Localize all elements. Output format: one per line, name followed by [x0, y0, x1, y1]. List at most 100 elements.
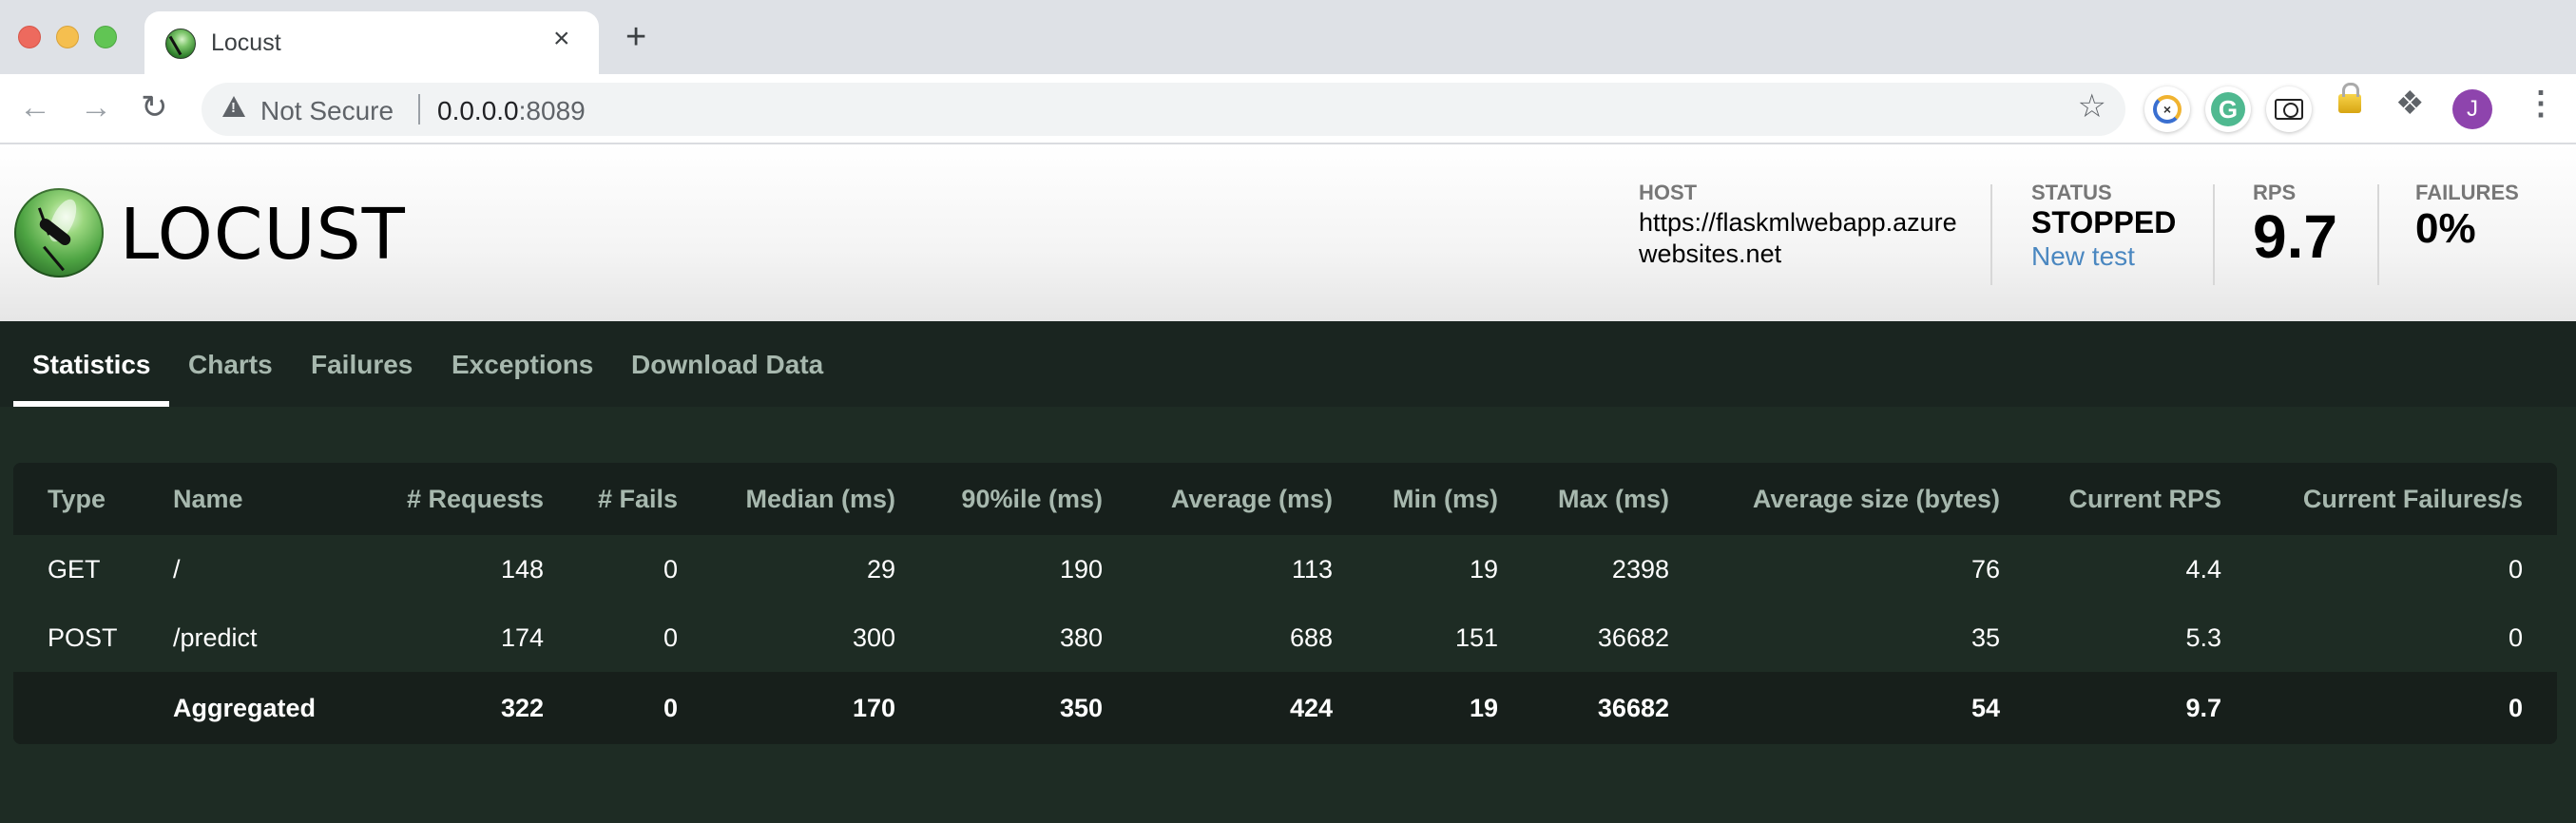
cell-current-rps: 5.3	[2185, 622, 2221, 652]
table-padding	[2523, 672, 2557, 744]
cell-max: 36682	[1597, 622, 1669, 652]
tab-download-data[interactable]: Download Data	[631, 350, 823, 380]
cell-average-size: 76	[1970, 554, 2000, 584]
column-header-type[interactable]: Type	[13, 463, 173, 535]
host-value: https://flaskmlwebapp.azurewebsites.net	[1639, 208, 1957, 268]
window-close-button[interactable]	[18, 26, 41, 48]
cell-average: 113	[1291, 554, 1333, 584]
column-header-average-size[interactable]: Average size (bytes)	[1669, 463, 2000, 535]
security-indicator[interactable]: Not Secure	[260, 96, 394, 126]
tab-close-icon[interactable]: ×	[553, 25, 570, 53]
stat-divider	[1990, 184, 1992, 285]
tab-charts[interactable]: Charts	[188, 350, 273, 380]
tab-statistics[interactable]: Statistics	[32, 350, 151, 380]
cell-current-failures: 0	[2508, 554, 2523, 584]
browser-menu-icon[interactable]: ⋮	[2525, 87, 2557, 120]
table-header-row: Type Name # Requests # Fails Median (ms)…	[13, 463, 2557, 535]
column-header-requests[interactable]: # Requests	[382, 463, 544, 535]
cell-median: 170	[852, 693, 895, 722]
locust-header: LOCUST HOST https://flaskmlwebapp.azurew…	[0, 144, 2576, 321]
cell-current-rps: 4.4	[2185, 554, 2221, 584]
column-header-current-rps[interactable]: Current RPS	[2000, 463, 2221, 535]
browser-tab-locust[interactable]: Locust ×	[144, 11, 599, 74]
stat-divider	[2377, 184, 2379, 285]
table-padding	[2523, 535, 2557, 603]
browser-tab-strip: Locust × +	[0, 0, 2576, 74]
status-value: STOPPED	[2031, 205, 2177, 239]
browser-tab-title: Locust	[211, 29, 281, 56]
cell-average: 688	[1289, 622, 1333, 652]
column-header-fails[interactable]: # Fails	[544, 463, 678, 535]
cell-type	[13, 672, 173, 744]
new-test-link[interactable]: New test	[2031, 241, 2176, 272]
cell-name: /	[173, 554, 181, 584]
cell-current-failures: 0	[2508, 693, 2523, 722]
cell-requests: 322	[500, 693, 544, 722]
url-port: :8089	[518, 96, 586, 125]
cell-average: 424	[1289, 693, 1333, 722]
tab-failures[interactable]: Failures	[311, 350, 413, 380]
cell-min: 19	[1469, 554, 1498, 584]
stat-divider	[2213, 184, 2215, 285]
cell-fails: 0	[663, 693, 678, 722]
cell-requests: 148	[500, 554, 544, 584]
column-header-min[interactable]: Min (ms)	[1333, 463, 1498, 535]
column-header-max[interactable]: Max (ms)	[1498, 463, 1669, 535]
column-header-name[interactable]: Name	[173, 463, 382, 535]
failures-label: FAILURES	[2415, 181, 2519, 204]
warning-icon	[222, 96, 245, 117]
rps-stat: RPS 9.7	[2253, 182, 2337, 271]
host-label: HOST	[1639, 181, 1698, 204]
window-minimize-button[interactable]	[56, 26, 79, 48]
host-stat: HOST https://flaskmlwebapp.azurewebsites…	[1639, 182, 1962, 270]
lock-extension-icon[interactable]	[2338, 83, 2361, 113]
reload-icon[interactable]: ↻	[141, 91, 168, 124]
column-header-90th-percentile[interactable]: 90%ile (ms)	[895, 463, 1103, 535]
cell-type: POST	[48, 622, 118, 652]
extensions-puzzle-icon[interactable]: ❖	[2395, 87, 2424, 120]
new-tab-button[interactable]: +	[625, 19, 646, 55]
cell-90th-percentile: 190	[1059, 554, 1103, 584]
table-row: GET / 148 0 29 190 113 19 2398 76 4.4 0	[13, 535, 2557, 603]
cell-average-size: 54	[1970, 693, 2000, 722]
status-stat: STATUS STOPPED New test	[2031, 182, 2176, 272]
cell-min: 19	[1469, 693, 1498, 722]
bookmark-star-icon[interactable]: ☆	[2078, 90, 2106, 123]
cell-median: 300	[852, 622, 895, 652]
url-text[interactable]: 0.0.0.0:8089	[437, 96, 586, 126]
stats-table: Type Name # Requests # Fails Median (ms)…	[13, 463, 2557, 744]
table-padding	[2523, 463, 2557, 535]
window-maximize-button[interactable]	[94, 26, 117, 48]
cell-type: GET	[48, 554, 101, 584]
cell-name: Aggregated	[173, 693, 317, 722]
locust-logo-text: LOCUST	[120, 194, 406, 276]
cell-90th-percentile: 350	[1059, 693, 1103, 722]
back-arrow-icon[interactable]: ←	[19, 91, 51, 124]
url-host: 0.0.0.0	[437, 96, 519, 125]
forward-arrow-icon[interactable]: →	[80, 91, 112, 124]
column-header-average[interactable]: Average (ms)	[1103, 463, 1333, 535]
failures-stat: FAILURES 0%	[2415, 182, 2519, 253]
profile-avatar[interactable]: J	[2452, 89, 2492, 129]
column-header-median[interactable]: Median (ms)	[678, 463, 895, 535]
grammarly-extension-icon[interactable]: G	[2205, 86, 2251, 132]
screenshot-extension-icon[interactable]	[2266, 86, 2312, 132]
rps-value: 9.7	[2253, 202, 2337, 271]
cell-max: 36682	[1597, 693, 1669, 722]
tab-exceptions[interactable]: Exceptions	[452, 350, 593, 380]
locust-logo-icon	[14, 188, 104, 278]
cell-current-failures: 0	[2508, 622, 2523, 652]
statistics-panel: Type Name # Requests # Fails Median (ms)…	[0, 407, 2576, 823]
locust-favicon-icon	[165, 29, 196, 59]
browser-toolbar: ← → ↻ Not Secure 0.0.0.0:8089 ☆ × G ❖ J …	[0, 74, 2576, 144]
clockify-extension-icon[interactable]: ×	[2144, 86, 2190, 132]
column-header-current-failures[interactable]: Current Failures/s	[2221, 463, 2523, 535]
cell-max: 2398	[1611, 554, 1669, 584]
cell-min: 151	[1454, 622, 1498, 652]
failures-value: 0%	[2415, 205, 2476, 252]
cell-name: /predict	[173, 622, 258, 652]
status-label: STATUS	[2031, 181, 2112, 204]
address-bar-divider	[418, 94, 420, 124]
cell-requests: 174	[500, 622, 544, 652]
address-bar[interactable]: Not Secure 0.0.0.0:8089 ☆	[202, 83, 2125, 136]
